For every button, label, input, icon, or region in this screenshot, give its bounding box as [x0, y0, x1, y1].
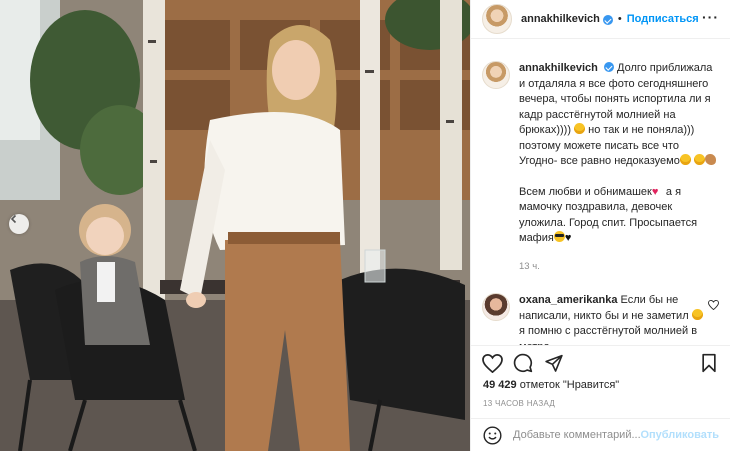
follow-button[interactable]: Подписаться — [627, 13, 699, 25]
laughing-face-icon — [691, 308, 703, 320]
post-photo[interactable] — [0, 0, 470, 451]
save-button[interactable] — [698, 352, 720, 374]
posted-time[interactable]: 13 ЧАСОВ НАЗАД — [483, 399, 555, 408]
heart-icon — [481, 353, 503, 373]
like-button[interactable] — [481, 352, 503, 374]
post-header: annakhilkevich • Подписаться ··· — [471, 0, 730, 39]
add-comment-bar: Добавьте комментарий... Опубликовать — [471, 418, 730, 451]
comment-text-part2: я помню с расстёгнутой молнией в метро — [519, 325, 698, 345]
comment-button[interactable] — [512, 352, 534, 374]
action-bar — [471, 345, 730, 376]
previous-photo-button[interactable] — [9, 214, 29, 234]
bookmark-icon — [702, 353, 716, 373]
more-options-icon[interactable]: ··· — [702, 10, 719, 24]
verified-badge-icon — [603, 62, 614, 72]
black-heart-icon: ♥ — [564, 232, 572, 244]
author-username[interactable]: annakhilkevich — [521, 13, 600, 25]
comment-like-heart-icon[interactable] — [708, 300, 719, 310]
laughing-face-icon — [679, 154, 691, 165]
author-avatar[interactable] — [482, 4, 512, 34]
laughing-face-icon — [693, 154, 705, 165]
verified-badge-icon — [602, 15, 613, 25]
publish-button[interactable]: Опубликовать — [640, 429, 719, 441]
red-heart-icon: ♥ — [651, 185, 659, 198]
separator-dot: • — [617, 13, 622, 25]
likes-count[interactable]: 49 429 отметок "Нравится" — [483, 379, 619, 391]
chevron-left-icon — [10, 214, 17, 224]
photo-illustration — [0, 0, 470, 451]
laughing-face-icon — [574, 123, 586, 134]
instagram-post: annakhilkevich • Подписаться ··· annakhi… — [0, 0, 730, 451]
smiley-icon[interactable] — [483, 425, 502, 445]
post-caption: annakhilkevich Долго приближала и отдаля… — [482, 61, 719, 274]
caption-body: annakhilkevich Долго приближала и отдаля… — [519, 61, 719, 274]
post-side-panel: annakhilkevich • Подписаться ··· annakhi… — [470, 0, 730, 451]
commenter-username[interactable]: oxana_amerikanka — [519, 294, 617, 306]
likes-label: отметок "Нравится" — [516, 379, 620, 391]
commenter-avatar[interactable] — [482, 293, 510, 321]
caption-time[interactable]: 13 ч. — [519, 259, 719, 275]
share-icon — [545, 354, 563, 372]
comment-icon — [513, 353, 533, 373]
share-button[interactable] — [543, 352, 565, 374]
comment-item: oxana_amerikanka Если бы не написали, ни… — [482, 293, 719, 345]
comments-section[interactable]: annakhilkevich Долго приближала и отдаля… — [471, 39, 730, 345]
comment-input[interactable]: Добавьте комментарий... — [513, 429, 643, 441]
likes-number: 49 429 — [483, 379, 517, 391]
flexed-biceps-icon — [704, 154, 716, 165]
caption-text-part3: Всем любви и обнимашек — [519, 185, 652, 198]
comment-body: oxana_amerikanka Если бы не написали, ни… — [519, 293, 707, 345]
caption-author-avatar[interactable] — [482, 61, 510, 89]
caption-username[interactable]: annakhilkevich — [519, 62, 598, 74]
smiling-face-with-sunglasses-icon — [553, 231, 565, 242]
